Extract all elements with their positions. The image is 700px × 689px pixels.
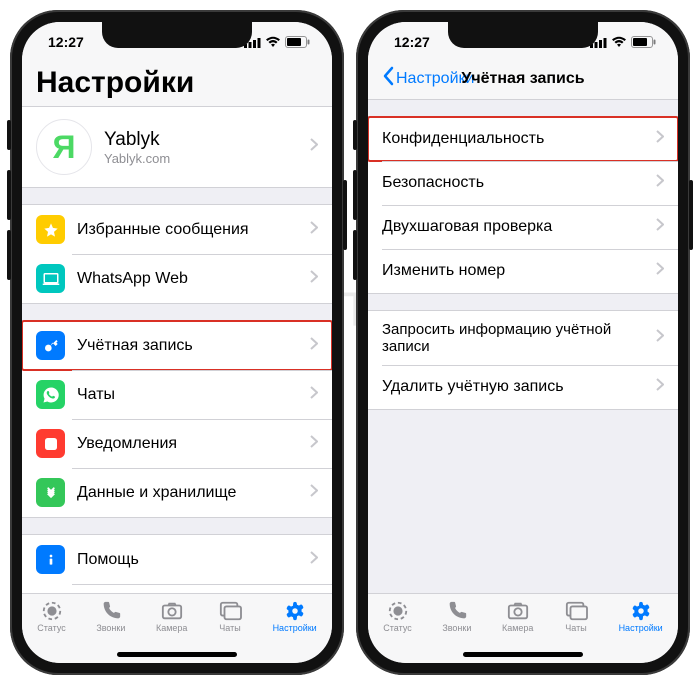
tab-label: Статус [37, 623, 65, 633]
row-label: Двухшаговая проверка [382, 218, 656, 236]
chevron-right-icon [310, 138, 318, 156]
battery-icon [631, 36, 656, 48]
row-change-number[interactable]: Изменить номер [368, 249, 678, 293]
row-delete-account[interactable]: Удалить учётную запись [368, 365, 678, 409]
tab-chats[interactable]: Чаты [564, 600, 588, 633]
row-starred[interactable]: Избранные сообщения [22, 205, 332, 254]
notch [448, 22, 598, 48]
data-icon [36, 478, 65, 507]
tab-label: Статус [383, 623, 411, 633]
wifi-icon [611, 36, 627, 48]
page-title: Учётная запись [461, 70, 584, 88]
tab-label: Камера [156, 623, 187, 633]
status-time: 12:27 [48, 34, 84, 50]
notification-icon [36, 429, 65, 458]
wifi-icon [265, 36, 281, 48]
row-label: Удалить учётную запись [382, 378, 656, 396]
row-label: Избранные сообщения [77, 221, 310, 239]
content: Я Yablyk Yablyk.com Избранные сообщения [22, 107, 332, 593]
tab-calls[interactable]: Звонки [442, 600, 471, 633]
chevron-right-icon [310, 551, 318, 569]
tab-chats[interactable]: Чаты [218, 600, 242, 633]
row-label: WhatsApp Web [77, 270, 310, 288]
tab-calls[interactable]: Звонки [96, 600, 125, 633]
tab-settings[interactable]: Настройки [273, 600, 317, 633]
chevron-right-icon [656, 329, 664, 347]
home-indicator [117, 652, 237, 657]
profile-row[interactable]: Я Yablyk Yablyk.com [22, 107, 332, 187]
status-time: 12:27 [394, 34, 430, 50]
navbar: Настройки [22, 62, 332, 107]
chevron-right-icon [310, 270, 318, 288]
row-label: Запросить информацию учётной записи [382, 321, 656, 355]
chevron-right-icon [310, 337, 318, 355]
row-chats[interactable]: Чаты [22, 370, 332, 419]
chevron-right-icon [656, 174, 664, 192]
chevron-right-icon [656, 218, 664, 236]
row-account[interactable]: Учётная запись [22, 321, 332, 370]
row-tell-friend[interactable]: Рассказать другу [22, 584, 332, 593]
key-icon [36, 331, 65, 360]
battery-icon [285, 36, 310, 48]
chevron-right-icon [310, 386, 318, 404]
row-label: Конфиденциальность [382, 130, 656, 148]
row-label: Уведомления [77, 435, 310, 453]
tab-label: Чаты [219, 623, 240, 633]
info-icon [36, 545, 65, 574]
row-whatsapp-web[interactable]: WhatsApp Web [22, 254, 332, 303]
chevron-right-icon [310, 435, 318, 453]
navbar: Настройки Учётная запись [368, 62, 678, 100]
tab-label: Камера [502, 623, 533, 633]
tab-camera[interactable]: Камера [502, 600, 533, 633]
notch [102, 22, 252, 48]
tab-label: Настройки [619, 623, 663, 633]
phone-right: 12:27 Настройки Учётная запись Конфиденц… [356, 10, 690, 675]
profile-subtitle: Yablyk.com [104, 151, 310, 166]
row-label: Чаты [77, 386, 310, 404]
avatar: Я [36, 119, 92, 175]
row-privacy[interactable]: Конфиденциальность [368, 117, 678, 161]
row-label: Изменить номер [382, 262, 656, 280]
home-indicator [463, 652, 583, 657]
chevron-right-icon [656, 130, 664, 148]
whatsapp-icon [36, 380, 65, 409]
profile-name: Yablyk [104, 129, 310, 151]
row-label: Безопасность [382, 174, 656, 192]
row-help[interactable]: Помощь [22, 535, 332, 584]
row-security[interactable]: Безопасность [368, 161, 678, 205]
chevron-right-icon [656, 378, 664, 396]
star-icon [36, 215, 65, 244]
chevron-left-icon [382, 66, 394, 91]
row-label: Помощь [77, 551, 310, 569]
row-two-step[interactable]: Двухшаговая проверка [368, 205, 678, 249]
row-data[interactable]: Данные и хранилище [22, 468, 332, 517]
content: Конфиденциальность Безопасность Двухшаго… [368, 100, 678, 593]
row-label: Учётная запись [77, 337, 310, 355]
chevron-right-icon [656, 262, 664, 280]
row-notifications[interactable]: Уведомления [22, 419, 332, 468]
page-title: Настройки [36, 66, 194, 100]
tab-label: Настройки [273, 623, 317, 633]
tab-label: Чаты [565, 623, 586, 633]
tab-label: Звонки [96, 623, 125, 633]
phone-left: 12:27 Настройки Я Yablyk Yablyk.com [10, 10, 344, 675]
tab-label: Звонки [442, 623, 471, 633]
laptop-icon [36, 264, 65, 293]
row-request-info[interactable]: Запросить информацию учётной записи [368, 311, 678, 365]
tab-status[interactable]: Статус [37, 600, 65, 633]
tab-settings[interactable]: Настройки [619, 600, 663, 633]
tab-camera[interactable]: Камера [156, 600, 187, 633]
chevron-right-icon [310, 484, 318, 502]
row-label: Данные и хранилище [77, 484, 310, 502]
chevron-right-icon [310, 221, 318, 239]
tab-status[interactable]: Статус [383, 600, 411, 633]
